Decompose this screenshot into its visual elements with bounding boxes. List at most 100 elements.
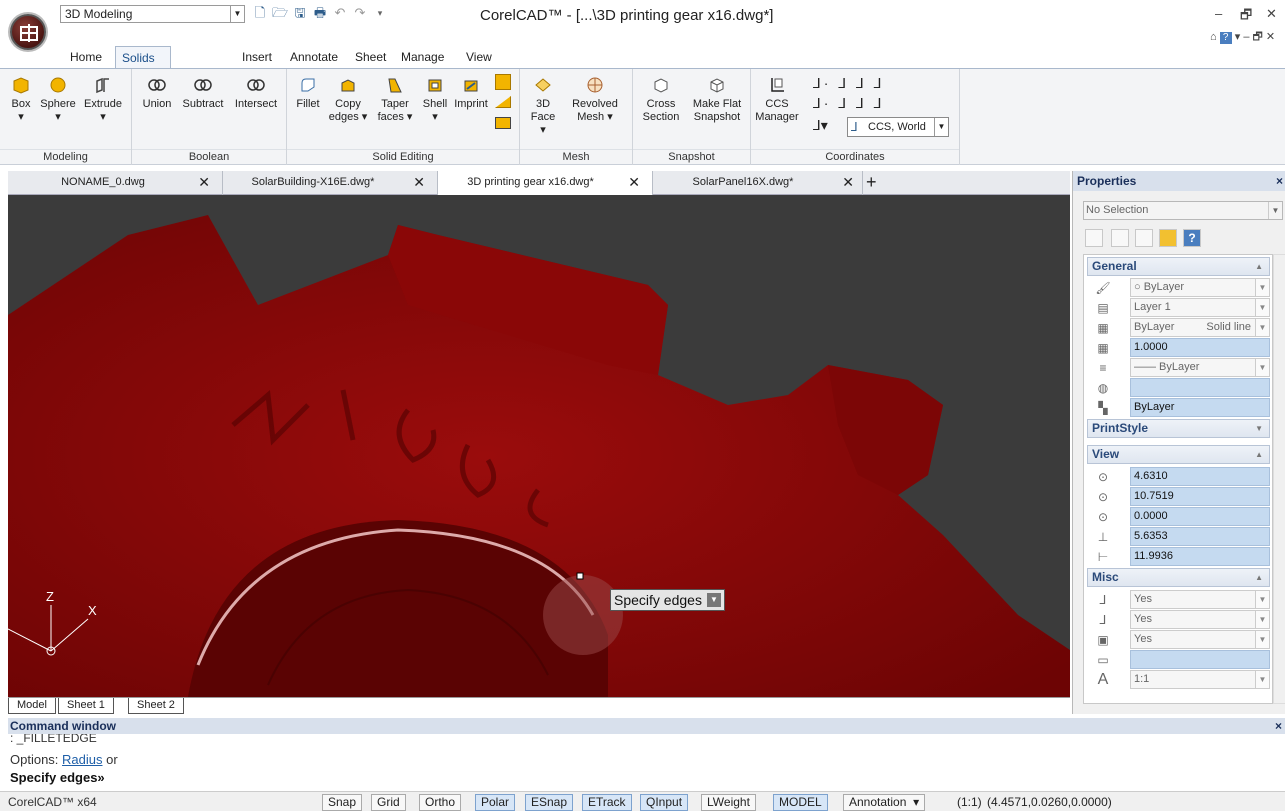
fillet-button[interactable]: Fillet	[293, 73, 323, 111]
prop-linetype[interactable]: ▦ ByLayer Solid line ▼	[1087, 318, 1270, 338]
section-view[interactable]: View ▲	[1087, 445, 1270, 464]
tab-home[interactable]: Home	[64, 46, 108, 68]
close-icon[interactable]: ×	[1276, 171, 1283, 191]
tab-view[interactable]: View	[460, 46, 498, 68]
ccs-tool-icons-row2[interactable]: ⅃· ⅃ ⅃ ⅃	[813, 95, 885, 112]
intersect-button[interactable]: Intersect	[230, 73, 282, 111]
prop-misc-4[interactable]: ▭	[1087, 650, 1270, 670]
prop-transparency[interactable]: ▚ ByLayer	[1087, 398, 1270, 418]
lweight-toggle[interactable]: LWeight	[701, 794, 756, 811]
tab-sheet[interactable]: Sheet	[349, 46, 392, 68]
match-properties-icon[interactable]	[1159, 229, 1177, 247]
prop-center-z[interactable]: ⊙ 0.0000	[1087, 507, 1270, 527]
qat-customize-icon[interactable]: ▾	[372, 5, 388, 21]
box-button[interactable]: Box ▾	[6, 73, 36, 124]
imprint-button[interactable]: Imprint	[451, 73, 491, 111]
ortho-toggle[interactable]: Ortho	[419, 794, 462, 811]
section-printstyle[interactable]: PrintStyle ▼	[1087, 419, 1270, 438]
subtract-button[interactable]: Subtract	[178, 73, 228, 111]
restore-button[interactable]: 🗗	[1240, 6, 1252, 28]
close-icon[interactable]: ×	[1275, 718, 1282, 734]
section-general[interactable]: General ▲	[1087, 257, 1270, 276]
taper-faces-button[interactable]: Taper faces ▾	[373, 73, 417, 124]
cross-section-button[interactable]: Cross Section	[639, 73, 683, 124]
tab-solids-and-meshes[interactable]: Solids and Meshes	[115, 46, 172, 109]
redo-icon[interactable]: ↷	[352, 5, 368, 21]
new-file-icon[interactable]: 🗋	[252, 5, 268, 21]
prop-height[interactable]: ⊥ 5.6353	[1087, 527, 1270, 547]
prop-linetype-scale[interactable]: ▦ 1.0000	[1087, 338, 1270, 358]
prop-lineweight[interactable]: ≡ —— ByLayer ▼	[1087, 358, 1270, 378]
shell-button[interactable]: Shell ▾	[419, 73, 451, 124]
prop-center-x[interactable]: ⊙ 4.6310	[1087, 467, 1270, 487]
solid-edit-extra-icon-2[interactable]	[495, 96, 511, 108]
model-toggle[interactable]: MODEL	[773, 794, 828, 811]
chevron-down-icon[interactable]: ▼	[706, 593, 721, 607]
add-tab-button[interactable]: +	[866, 171, 877, 193]
toggle-pickadd-icon[interactable]	[1085, 229, 1103, 247]
minimize-button[interactable]: –	[1215, 6, 1222, 21]
prop-plotstyle[interactable]: ◍	[1087, 378, 1270, 398]
annotation-scale-select[interactable]: Annotation ▾	[843, 794, 926, 811]
ccs-dropdown-icon[interactable]: ⅃▾	[813, 117, 828, 134]
solid-edit-extra-icon-3[interactable]	[495, 117, 511, 129]
revolved-mesh-button[interactable]: Revolved Mesh ▾	[566, 73, 624, 124]
sheet-tab-sheet2[interactable]: Sheet 2	[128, 698, 184, 714]
ccs-select[interactable]: ⅃ CCS, World ▼	[847, 117, 949, 137]
solid-edit-extra-icon[interactable]	[495, 74, 511, 90]
prop-misc-3[interactable]: ▣ Yes ▼	[1087, 630, 1270, 650]
sheet-tab-model[interactable]: Model	[8, 698, 56, 714]
sphere-button[interactable]: Sphere ▾	[36, 73, 80, 124]
3d-face-button[interactable]: 3D Face ▾	[528, 73, 558, 137]
model-viewport[interactable]: Z X	[8, 195, 1070, 697]
selection-select[interactable]: No Selection ▼	[1083, 201, 1283, 220]
radius-option-link[interactable]: Radius	[62, 752, 102, 767]
application-menu-button[interactable]	[10, 14, 46, 50]
prop-misc-1[interactable]: ⅃ Yes ▼	[1087, 590, 1270, 610]
tab-annotate[interactable]: Annotate	[284, 46, 344, 68]
qinput-toggle[interactable]: QInput	[640, 794, 689, 811]
grid-toggle[interactable]: Grid	[371, 794, 406, 811]
command-prompt[interactable]: Specify edges»	[10, 770, 105, 785]
command-window[interactable]: : _FILLETEDGE Options: Radius or Specify…	[8, 734, 1285, 790]
prop-color[interactable]: 🖌 ○ ByLayer ▼	[1087, 278, 1270, 298]
ccs-manager-button[interactable]: CCS Manager	[755, 73, 799, 124]
prop-layer[interactable]: ▤ Layer 1 ▼	[1087, 298, 1270, 318]
properties-scrollbar[interactable]	[1273, 254, 1285, 704]
print-icon[interactable]: 🖶	[312, 5, 328, 21]
help-icon[interactable]: ⌂ ? ▾ – 🗗 ✕	[1210, 28, 1275, 47]
tab-manage[interactable]: Manage	[395, 46, 450, 68]
close-icon[interactable]: ✕	[413, 171, 425, 193]
polar-toggle[interactable]: Polar	[475, 794, 516, 811]
doc-tab-solarpanel[interactable]: SolarPanel16X.dwg* ✕	[653, 171, 863, 195]
undo-icon[interactable]: ↶	[332, 5, 348, 21]
prop-width[interactable]: ⊢ 11.9936	[1087, 547, 1270, 567]
extrude-button[interactable]: Extrude ▾	[80, 73, 126, 124]
section-misc[interactable]: Misc ▲	[1087, 568, 1270, 587]
etrack-toggle[interactable]: ETrack	[582, 794, 632, 811]
ccs-tool-icons-row1[interactable]: ⅃· ⅃ ⅃ ⅃	[813, 75, 885, 92]
close-icon[interactable]: ✕	[842, 171, 854, 193]
tab-insert[interactable]: Insert	[236, 46, 278, 68]
close-button[interactable]: ✕	[1266, 6, 1277, 22]
workspace-select[interactable]: 3D Modeling ▼	[60, 5, 245, 23]
doc-tab-noname[interactable]: NONAME_0.dwg ✕	[8, 171, 223, 195]
prop-annotation-scale[interactable]: A 1:1 ▼	[1087, 670, 1270, 690]
make-flat-snapshot-button[interactable]: Make Flat Snapshot	[687, 73, 747, 124]
quick-select-icon[interactable]	[1135, 229, 1153, 247]
help-icon[interactable]: ?	[1183, 229, 1201, 247]
doc-tab-3d-printing-gear[interactable]: 3D printing gear x16.dwg* ✕	[438, 171, 653, 195]
copy-edges-button[interactable]: Copy edges ▾	[325, 73, 371, 124]
doc-tab-solarbuilding[interactable]: SolarBuilding-X16E.dwg* ✕	[223, 171, 438, 195]
sheet-tab-sheet1[interactable]: Sheet 1	[58, 698, 114, 714]
open-file-icon[interactable]: 🗁	[272, 5, 288, 21]
select-objects-icon[interactable]	[1111, 229, 1129, 247]
union-button[interactable]: Union	[138, 73, 176, 111]
esnap-toggle[interactable]: ESnap	[525, 794, 574, 811]
close-icon[interactable]: ✕	[628, 171, 640, 193]
snap-toggle[interactable]: Snap	[322, 794, 363, 811]
prop-center-y[interactable]: ⊙ 10.7519	[1087, 487, 1270, 507]
command-tooltip[interactable]: Specify edges ▼	[610, 589, 725, 611]
prop-misc-2[interactable]: ⅃ Yes ▼	[1087, 610, 1270, 630]
save-icon[interactable]: 🖫	[292, 5, 308, 21]
